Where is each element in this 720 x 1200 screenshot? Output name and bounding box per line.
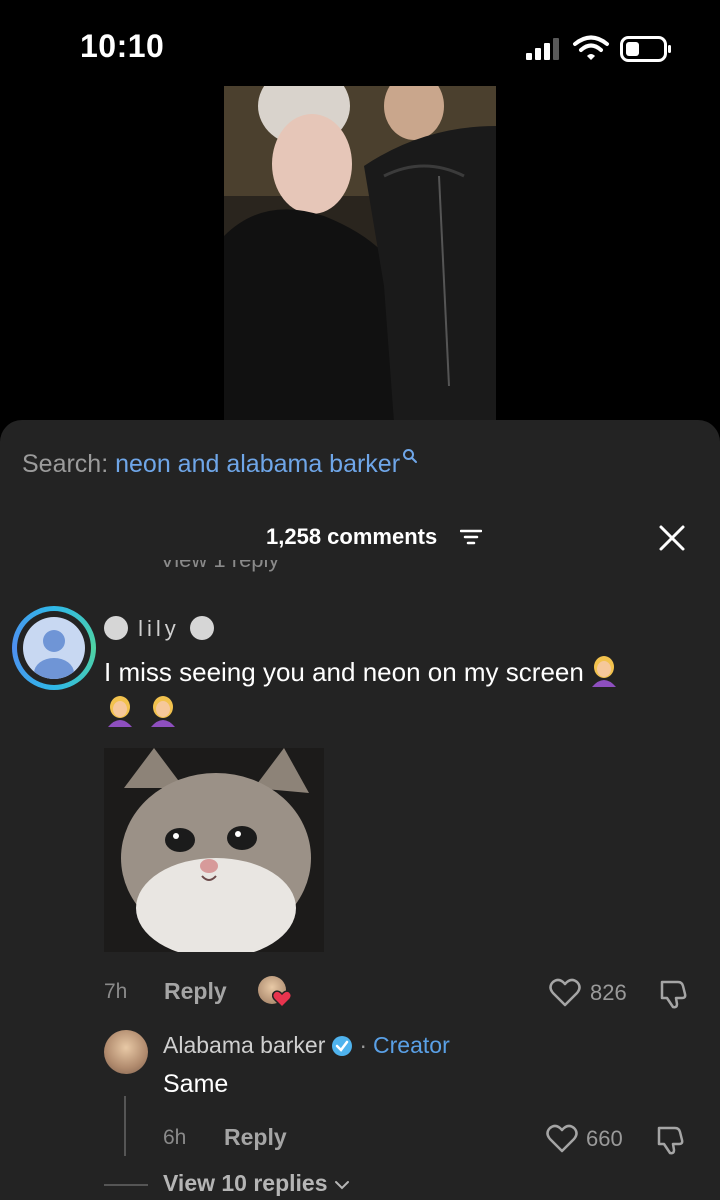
- like-heart-icon[interactable]: [545, 1124, 579, 1154]
- status-time: 10:10: [80, 28, 165, 64]
- heart-icon: [272, 990, 292, 1008]
- creator-name-row[interactable]: Alabama barker · Creator: [163, 1032, 450, 1059]
- volleyball-icon: [104, 616, 128, 640]
- facepalm-emoji-icon: [151, 696, 176, 727]
- comment-body: I miss seeing you and neon on my screen: [104, 657, 584, 687]
- search-term-link[interactable]: neon and alabama barker: [115, 450, 400, 478]
- default-avatar-icon: [23, 617, 85, 679]
- avatar[interactable]: [12, 606, 96, 690]
- like-heart-icon[interactable]: [548, 978, 582, 1008]
- reply-time: 6h: [163, 1126, 187, 1149]
- creator-tag: Creator: [373, 1032, 450, 1058]
- creator-avatar[interactable]: [104, 1030, 148, 1074]
- view-replies-button[interactable]: View 10 replies: [163, 1170, 350, 1197]
- dislike-icon[interactable]: [658, 978, 690, 1010]
- comment-username[interactable]: lily: [104, 616, 214, 642]
- creator-name: Alabama barker: [163, 1032, 326, 1058]
- volleyball-icon: [189, 616, 214, 640]
- view-replies-label: View 10 replies: [163, 1170, 328, 1196]
- filter-icon[interactable]: [460, 528, 482, 546]
- view-replies-line: [104, 1184, 148, 1186]
- facepalm-emoji-icon: [108, 696, 132, 727]
- comment-text: I miss seeing you and neon on my screen: [104, 652, 694, 732]
- facepalm-emoji-icon: [591, 656, 616, 687]
- close-icon[interactable]: [654, 520, 690, 556]
- search-prefix: Search:: [22, 450, 116, 478]
- comment-count: 1,258 comments: [266, 524, 438, 549]
- reply-button[interactable]: Reply: [164, 978, 227, 1005]
- view-replies-cutoff[interactable]: View 1 reply: [160, 560, 279, 576]
- battery-icon: [620, 36, 671, 62]
- comment-time: 7h: [104, 980, 128, 1003]
- separator: ·: [359, 1032, 368, 1058]
- search-icon: [403, 449, 418, 463]
- crying-cat-image[interactable]: [104, 748, 324, 952]
- wifi-icon: [573, 35, 609, 60]
- creator-reply-text: Same: [163, 1070, 229, 1098]
- signal-icon: [526, 38, 562, 60]
- video-thumbnail[interactable]: [224, 86, 496, 422]
- reply-button[interactable]: Reply: [224, 1124, 287, 1151]
- thread-line: [124, 1096, 126, 1156]
- creator-liked-badge: [258, 976, 292, 1008]
- chevron-down-icon: [334, 1181, 349, 1190]
- video-people-image: [224, 86, 496, 422]
- verified-badge-icon: [332, 1036, 353, 1056]
- search-suggestion[interactable]: Search: neon and alabama barker: [22, 449, 418, 479]
- comments-sheet: Search: neon and alabama barker 1,258 co…: [0, 420, 720, 1200]
- username-text: lily: [138, 616, 180, 641]
- like-count: 826: [590, 980, 627, 1005]
- like-count: 660: [586, 1126, 623, 1151]
- dislike-icon[interactable]: [655, 1124, 687, 1156]
- status-bar: 10:10: [0, 0, 720, 90]
